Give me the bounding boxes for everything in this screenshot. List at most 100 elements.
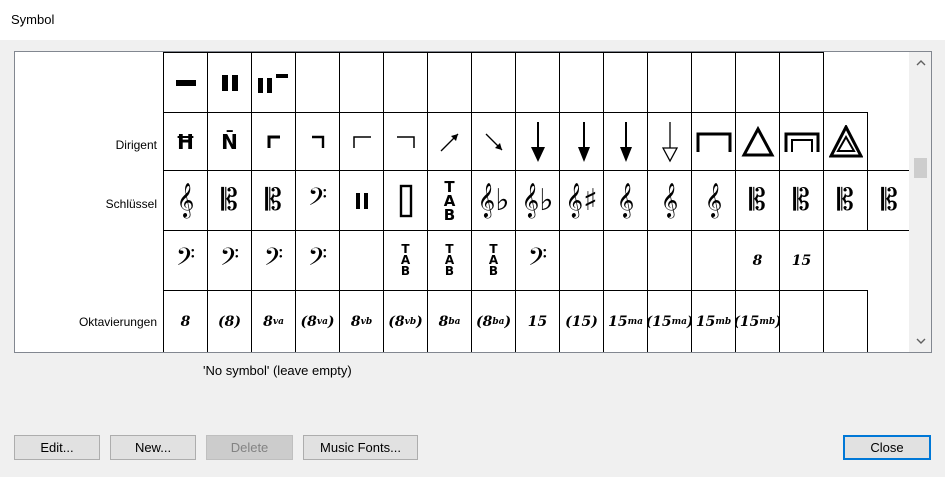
symbol-cell[interactable] [251, 112, 296, 171]
conductor-h-icon: Ħ [175, 129, 196, 154]
symbol-cell[interactable]: 15 ma [603, 290, 648, 352]
symbol-cell[interactable] [471, 112, 516, 171]
symbol-cell[interactable]: 𝄡 [251, 170, 296, 231]
symbol-cell[interactable] [339, 112, 384, 171]
symbol-cell[interactable]: 15 [779, 230, 824, 291]
symbol-cell[interactable] [823, 112, 868, 171]
symbol-cell[interactable]: (8 va) [295, 290, 340, 352]
symbol-cell[interactable]: T A B [383, 230, 428, 291]
symbol-grid[interactable]: Ħ N̄ 𝄞 𝄡 𝄡 𝄢 T A B 𝄞♭ 𝄞♭ 𝄞♯ 𝄞 𝄞 𝄞 𝄡 𝄡 𝄡 𝄡 𝄢 𝄢 𝄢 𝄢 T A B T A B T… [163, 52, 912, 352]
symbol-cell[interactable]: 𝄞♭ [515, 170, 560, 231]
symbol-cell[interactable]: 𝄡 [867, 170, 912, 231]
symbol-cell[interactable] [163, 52, 208, 113]
symbol-cell[interactable] [383, 52, 428, 113]
symbol-cell[interactable] [691, 230, 736, 291]
symbol-cell[interactable] [559, 230, 604, 291]
vertical-scrollbar[interactable] [909, 52, 931, 352]
scroll-up-icon[interactable] [910, 54, 931, 72]
scroll-down-icon[interactable] [910, 332, 931, 350]
symbol-cell[interactable]: T A B [471, 230, 516, 291]
symbol-cell[interactable] [339, 230, 384, 291]
symbol-cell[interactable]: (15ma) [647, 290, 692, 352]
symbol-cell[interactable]: (8 ba) [471, 290, 516, 352]
symbol-cell[interactable] [603, 52, 648, 113]
symbol-cell[interactable]: 𝄢 [251, 230, 296, 291]
symbol-cell[interactable]: 8 vb [339, 290, 384, 352]
symbol-cell[interactable] [603, 230, 648, 291]
symbol-cell[interactable]: 𝄡 [823, 170, 868, 231]
symbol-cell[interactable] [735, 52, 780, 113]
symbol-cell[interactable]: 8 [735, 230, 780, 291]
percussion-box-clef-icon [399, 184, 413, 218]
symbol-cell[interactable]: 𝄢 [515, 230, 560, 291]
symbol-cell[interactable]: 8 ba [427, 290, 472, 352]
symbol-grid-panel[interactable]: Dirigent Schlüssel Oktavierungen Ħ N̄ 𝄞 𝄡 𝄡 𝄢 T … [14, 51, 932, 353]
symbol-cell[interactable]: 𝄢 [295, 230, 340, 291]
scrollbar-thumb[interactable] [914, 158, 927, 178]
symbol-cell[interactable]: 𝄢 [163, 230, 208, 291]
symbol-cell[interactable] [515, 52, 560, 113]
symbol-cell[interactable]: 𝄞 [163, 170, 208, 231]
symbol-cell[interactable] [339, 170, 384, 231]
symbol-cell[interactable] [427, 52, 472, 113]
symbol-cell[interactable]: 𝄡 [735, 170, 780, 231]
symbol-cell[interactable] [207, 52, 252, 113]
symbol-cell[interactable]: 𝄞 [691, 170, 736, 231]
symbol-cell[interactable]: 𝄞 [603, 170, 648, 231]
symbol-cell[interactable]: 𝄡 [207, 170, 252, 231]
symbol-cell[interactable] [735, 112, 780, 171]
symbol-cell[interactable]: 𝄢 [295, 170, 340, 231]
octave-15-icon: 15 [791, 252, 812, 269]
close-button[interactable]: Close [843, 435, 931, 460]
symbol-cell[interactable] [559, 52, 604, 113]
symbol-cell[interactable] [647, 230, 692, 291]
delete-button[interactable]: Delete [206, 435, 293, 460]
symbol-cell[interactable]: T A B [427, 230, 472, 291]
symbol-cell[interactable] [295, 112, 340, 171]
c-clef-icon: 𝄡 [881, 182, 898, 218]
symbol-cell[interactable]: (15) [559, 290, 604, 352]
title-bar: Symbol [0, 0, 945, 40]
symbol-cell[interactable]: 8 [163, 290, 208, 352]
symbol-cell[interactable] [383, 112, 428, 171]
edit-button[interactable]: Edit... [14, 435, 100, 460]
symbol-cell[interactable] [691, 52, 736, 113]
symbol-cell[interactable] [779, 290, 824, 352]
new-button[interactable]: New... [110, 435, 196, 460]
symbol-cell[interactable]: 𝄞♭ [471, 170, 516, 231]
symbol-cell[interactable]: T A B [427, 170, 472, 231]
symbol-cell[interactable]: 15 [515, 290, 560, 352]
symbol-cell[interactable] [251, 52, 296, 113]
symbol-cell[interactable] [427, 112, 472, 171]
symbol-cell[interactable] [339, 52, 384, 113]
symbol-cell[interactable] [603, 112, 648, 171]
symbol-cell[interactable] [471, 52, 516, 113]
symbol-cell[interactable] [383, 170, 428, 231]
symbol-cell[interactable] [559, 112, 604, 171]
arrow-down-hollow-icon [660, 121, 680, 163]
symbol-cell[interactable]: N̄ [207, 112, 252, 171]
symbol-cell[interactable]: 𝄞 [647, 170, 692, 231]
tenor-clef-icon: 𝄡 [265, 182, 282, 218]
symbol-cell[interactable] [691, 112, 736, 171]
symbol-cell[interactable]: 𝄞♯ [559, 170, 604, 231]
octave-8-icon: 8 [752, 252, 763, 269]
symbol-cell[interactable]: 15 mb [691, 290, 736, 352]
symbol-cell[interactable]: (8 vb) [383, 290, 428, 352]
symbol-cell[interactable] [295, 52, 340, 113]
octave-suffix: ba [492, 316, 505, 327]
symbol-cell[interactable]: 𝄡 [779, 170, 824, 231]
octave-base: 15 [652, 313, 672, 330]
symbol-cell[interactable]: 8 va [251, 290, 296, 352]
symbol-cell[interactable]: (8) [207, 290, 252, 352]
symbol-cell[interactable] [779, 112, 824, 171]
symbol-cell[interactable]: 𝄢 [207, 230, 252, 291]
music-fonts-button[interactable]: Music Fonts... [303, 435, 418, 460]
symbol-cell[interactable] [779, 52, 824, 113]
symbol-cell[interactable]: Ħ [163, 112, 208, 171]
symbol-cell[interactable]: (15mb) [735, 290, 780, 352]
symbol-cell[interactable] [647, 52, 692, 113]
symbol-cell[interactable] [823, 290, 868, 352]
symbol-cell[interactable] [515, 112, 560, 171]
symbol-cell[interactable] [647, 112, 692, 171]
